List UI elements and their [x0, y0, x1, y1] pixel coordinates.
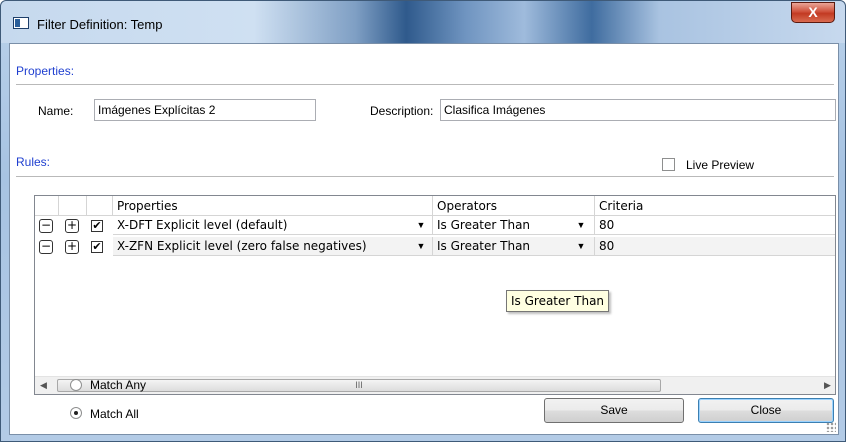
- match-any-radio[interactable]: [70, 379, 82, 391]
- operator-dropdown-icon[interactable]: ▼: [575, 218, 587, 232]
- name-input[interactable]: Imágenes Explícitas 2: [94, 99, 316, 121]
- rules-grid: Properties Operators Criteria − + ✔ X-DF…: [34, 195, 836, 395]
- property-dropdown-icon[interactable]: ▼: [415, 218, 427, 232]
- save-button[interactable]: Save: [544, 398, 684, 423]
- rule-enabled-checkbox[interactable]: ✔: [91, 220, 103, 232]
- dialog-body: Properties: Name: Imágenes Explícitas 2 …: [9, 43, 839, 435]
- scroll-left-icon[interactable]: ◀: [35, 377, 52, 394]
- live-preview-checkbox[interactable]: [662, 158, 675, 171]
- name-label: Name:: [38, 104, 74, 118]
- description-input[interactable]: Clasifica Imágenes: [440, 99, 836, 121]
- rule-operator-cell[interactable]: Is Greater Than: [433, 237, 595, 256]
- match-all-label: Match All: [90, 407, 139, 421]
- rule-enabled-checkbox[interactable]: ✔: [91, 241, 103, 253]
- rule-operator-cell[interactable]: Is Greater Than: [433, 216, 595, 235]
- description-label: Description:: [370, 104, 434, 118]
- live-preview-label: Live Preview: [686, 158, 755, 172]
- scrollbar-thumb[interactable]: III: [57, 379, 661, 392]
- grid-header-criteria[interactable]: Criteria: [595, 196, 835, 216]
- operator-dropdown-icon[interactable]: ▼: [575, 239, 587, 253]
- add-rule-button[interactable]: +: [65, 219, 79, 233]
- window-close-button[interactable]: X: [791, 2, 835, 23]
- window-app-icon: [13, 17, 29, 29]
- close-button[interactable]: Close: [698, 398, 834, 423]
- horizontal-scrollbar[interactable]: ◀ III ▶: [35, 376, 835, 394]
- rules-divider: [16, 176, 834, 177]
- title-bar[interactable]: Filter Definition: Temp X: [1, 1, 845, 43]
- remove-rule-button[interactable]: −: [39, 240, 53, 254]
- resize-grip[interactable]: [826, 422, 836, 432]
- match-all-radio[interactable]: [70, 407, 82, 419]
- rule-criteria-cell[interactable]: 80: [595, 216, 835, 235]
- filter-definition-window: Filter Definition: Temp X Properties: Na…: [0, 0, 846, 442]
- properties-divider: [16, 84, 834, 85]
- window-title: Filter Definition: Temp: [37, 17, 163, 32]
- grid-header-blank-2: [59, 196, 87, 216]
- remove-rule-button[interactable]: −: [39, 219, 53, 233]
- rules-section-label: Rules:: [16, 155, 51, 169]
- property-dropdown-icon[interactable]: ▼: [415, 239, 427, 253]
- rule-property-cell[interactable]: X-DFT Explicit level (default): [113, 216, 433, 235]
- operator-tooltip: Is Greater Than: [506, 290, 610, 312]
- scroll-right-icon[interactable]: ▶: [819, 377, 835, 394]
- rule-criteria-cell[interactable]: 80: [595, 237, 835, 256]
- match-any-label: Match Any: [90, 378, 147, 392]
- add-rule-button[interactable]: +: [65, 240, 79, 254]
- grid-header-properties[interactable]: Properties: [113, 196, 433, 216]
- grid-header-blank-3: [87, 196, 113, 216]
- rule-property-cell[interactable]: X-ZFN Explicit level (zero false negativ…: [113, 237, 433, 256]
- grid-header-operators[interactable]: Operators: [433, 196, 595, 216]
- properties-section-label: Properties:: [16, 64, 75, 78]
- grid-header-blank-1: [35, 196, 59, 216]
